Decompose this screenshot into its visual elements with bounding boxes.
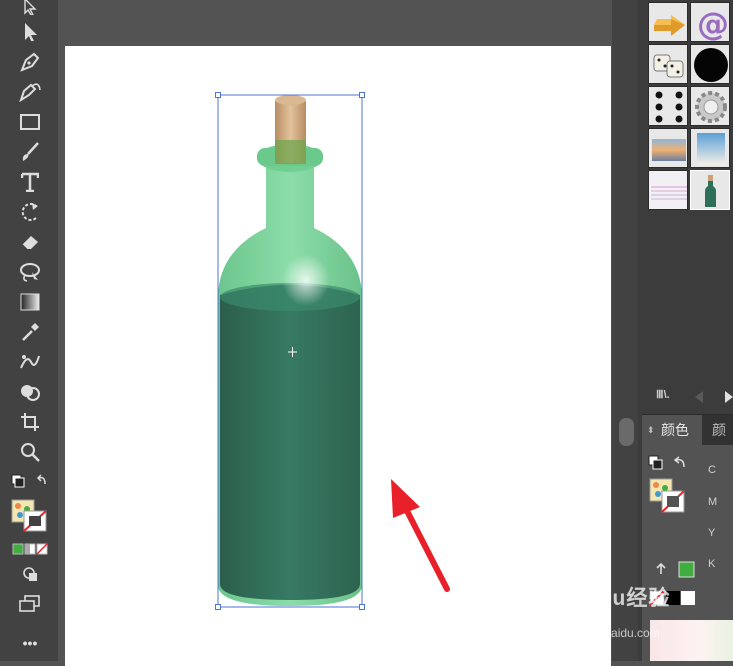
- out-of-gamut-row: [654, 560, 700, 580]
- paintbrush-icon[interactable]: [16, 139, 44, 165]
- symbol-at-sign[interactable]: @: [690, 2, 730, 42]
- gradient-icon[interactable]: [16, 289, 44, 315]
- symbols-footer: Ⅲ\.: [648, 386, 733, 408]
- tab-color[interactable]: ⬍ 颜色: [642, 415, 702, 445]
- selection-handle: [359, 92, 365, 98]
- selection-handle: [359, 604, 365, 610]
- bottle-artwork[interactable]: [0, 0, 733, 661]
- shape-builder-icon[interactable]: [16, 379, 44, 405]
- lasso-icon[interactable]: [16, 259, 44, 285]
- selection-handle: [215, 604, 221, 610]
- draw-mode-icon[interactable]: [16, 561, 44, 587]
- symbol-arrow[interactable]: [648, 2, 688, 42]
- next-arrow-icon[interactable]: [724, 391, 733, 403]
- symbol-dice[interactable]: [648, 44, 688, 84]
- color-panel-tabs: ⬍ 颜色 颜色: [642, 414, 733, 468]
- symbol-sky-card[interactable]: [690, 128, 730, 168]
- default-fill-stroke-icon[interactable]: [11, 472, 51, 492]
- yellow-label: Y: [708, 527, 716, 539]
- prev-arrow-icon[interactable]: [694, 391, 704, 403]
- symbol-black-circle[interactable]: [690, 44, 730, 84]
- rotate-icon[interactable]: [16, 199, 44, 225]
- baidu-watermark-url: jingyan.baidu.com: [563, 626, 660, 640]
- panel-fill-stroke-swatch[interactable]: [648, 478, 688, 514]
- cyan-label: C: [708, 464, 716, 476]
- direct-selection-icon[interactable]: [16, 19, 44, 45]
- baidu-watermark: Baidu经验: [563, 587, 671, 610]
- panel-default-colors-icon[interactable]: [648, 455, 696, 475]
- collapse-chevron-icon[interactable]: ⬍: [647, 415, 655, 445]
- curvature-tool-icon[interactable]: [16, 79, 44, 105]
- screen-mode-icon[interactable]: [16, 591, 44, 617]
- bottle-highlight: [282, 254, 330, 306]
- pen-tool-icon[interactable]: [16, 49, 44, 75]
- more-tools-icon[interactable]: •••: [16, 630, 44, 656]
- svg-text:@: @: [697, 5, 729, 42]
- red-arrow-annotation: [391, 479, 450, 592]
- symbol-bottle[interactable]: [690, 170, 730, 210]
- symbol-gear[interactable]: [690, 86, 730, 126]
- type-tool-icon[interactable]: [16, 169, 44, 195]
- symbol-lines[interactable]: [648, 170, 688, 210]
- eyedropper-icon[interactable]: [16, 319, 44, 345]
- symbol-dots[interactable]: [648, 86, 688, 126]
- selection-handle: [215, 92, 221, 98]
- tools-panel: •••: [0, 0, 58, 661]
- fill-stroke-swatch[interactable]: [9, 497, 49, 533]
- selection-arrow-icon[interactable]: [16, 0, 44, 20]
- color-spectrum[interactable]: [650, 620, 733, 661]
- artboard-icon[interactable]: [16, 409, 44, 435]
- black-label: K: [708, 558, 716, 570]
- rectangle-icon[interactable]: [16, 109, 44, 135]
- blend-icon[interactable]: [16, 349, 44, 375]
- up-arrow-icon: [656, 561, 695, 578]
- color-mode-buttons[interactable]: [12, 542, 48, 556]
- bottle-liquid: [220, 285, 360, 600]
- symbol-sunset[interactable]: [648, 128, 688, 168]
- zoom-icon[interactable]: [16, 439, 44, 465]
- eraser-icon[interactable]: [16, 229, 44, 255]
- library-icon[interactable]: Ⅲ\.: [656, 388, 670, 401]
- magenta-label: M: [708, 496, 718, 508]
